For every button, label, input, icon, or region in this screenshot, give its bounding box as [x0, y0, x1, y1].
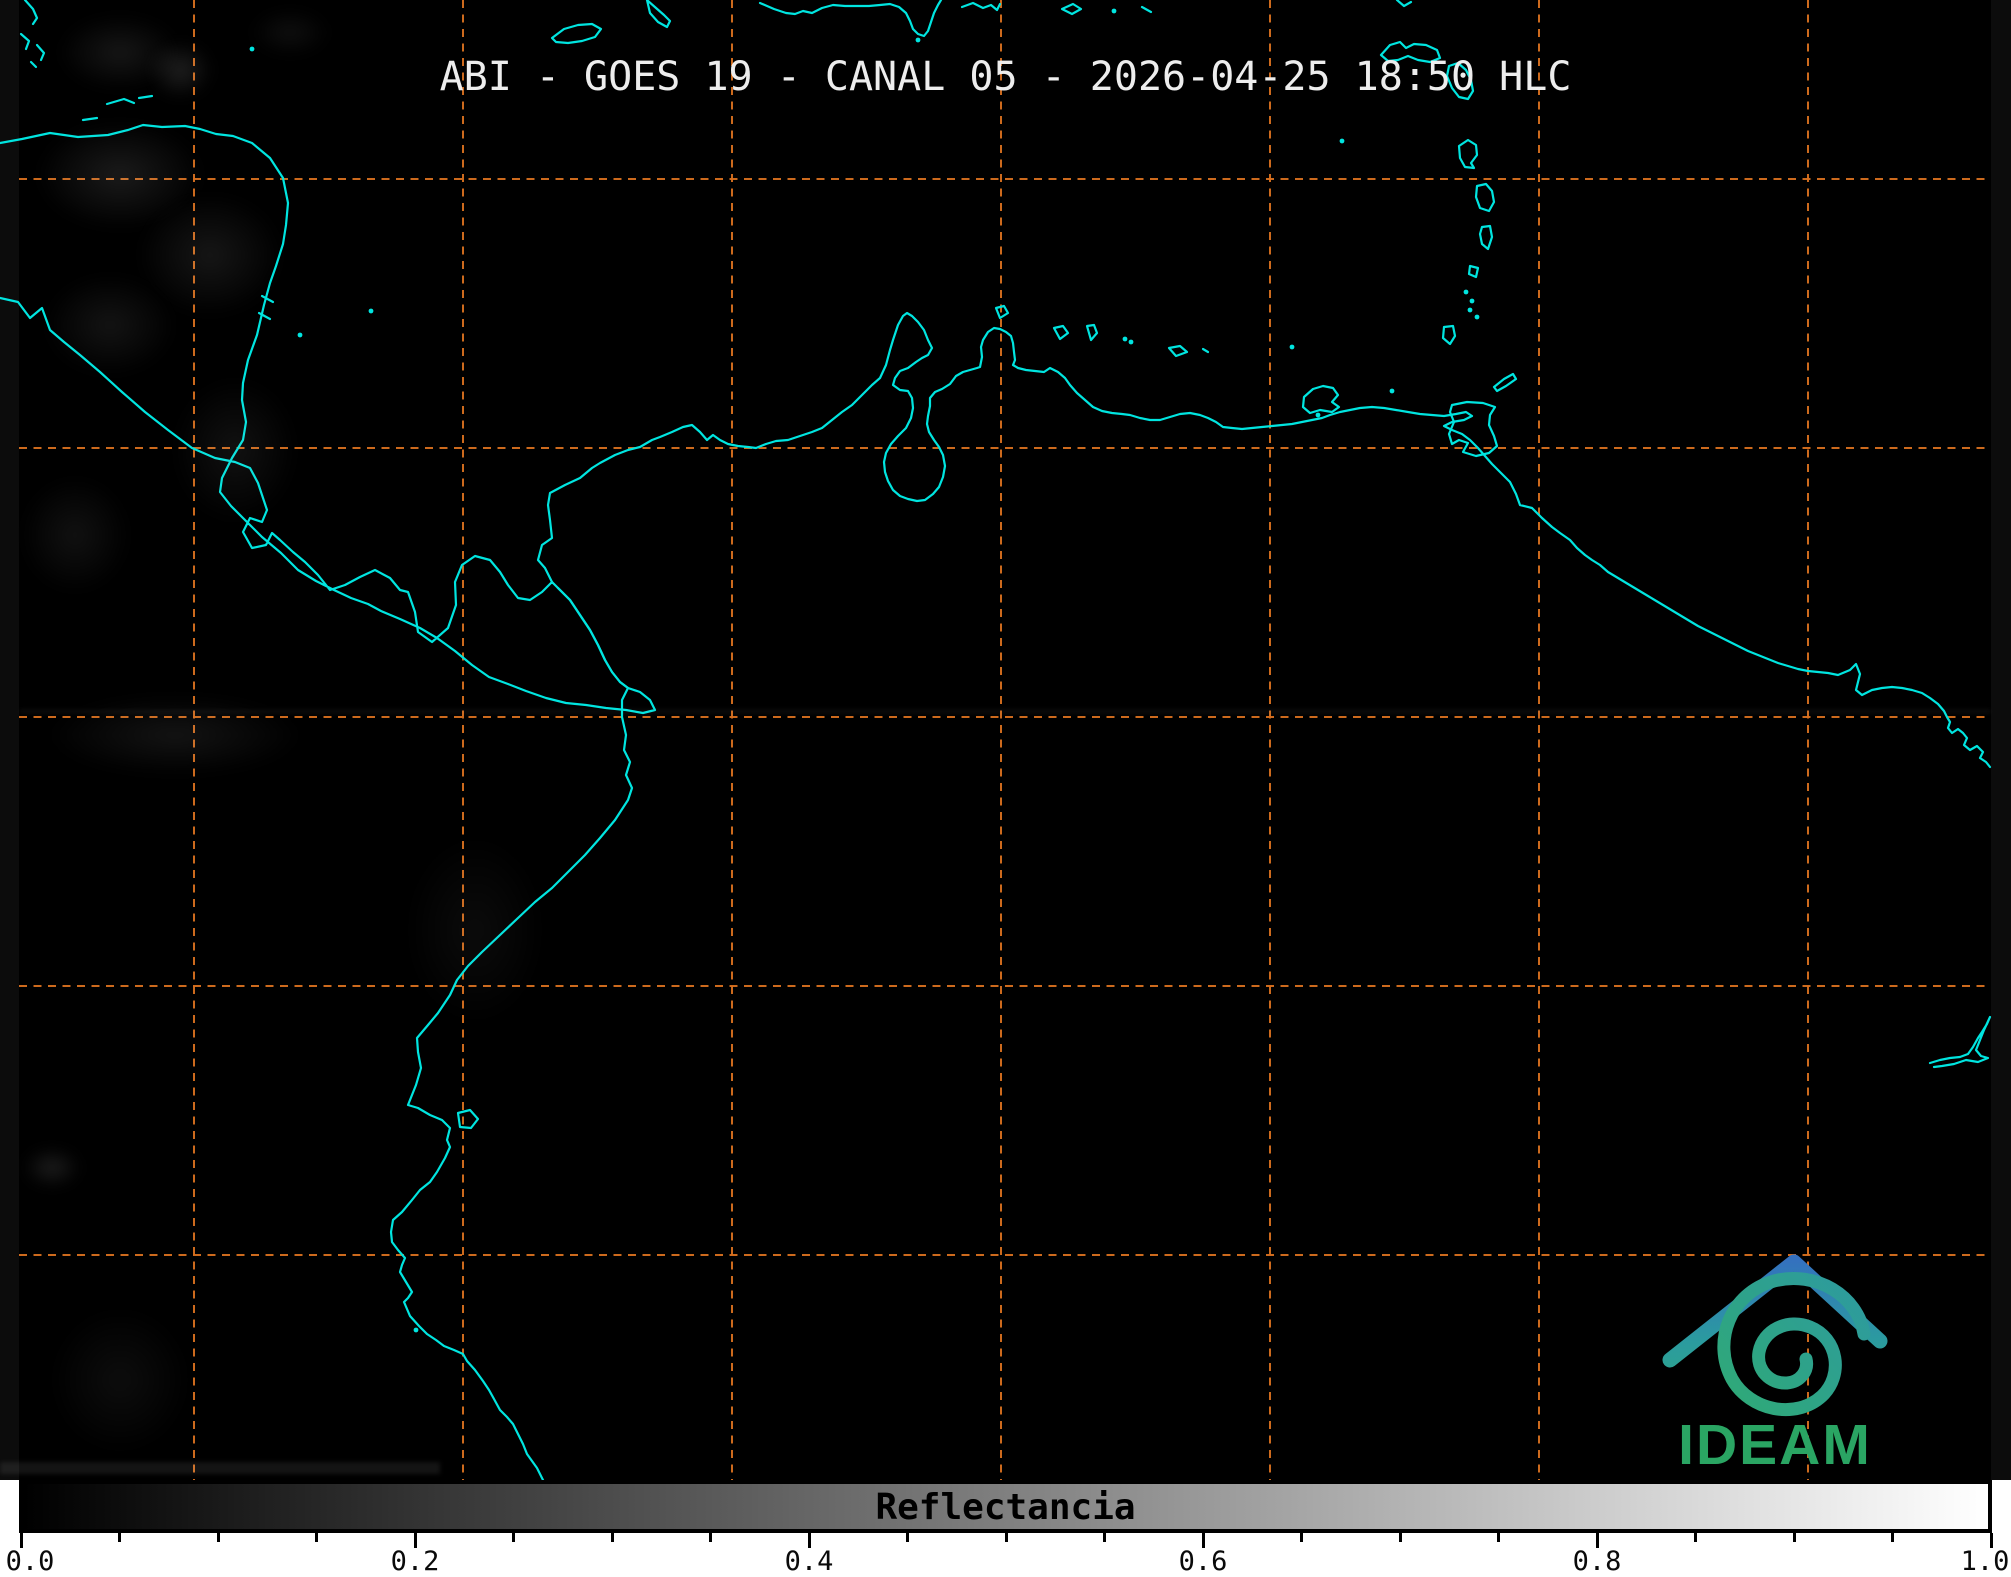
colorbar-tick-label: 0.2	[391, 1546, 440, 1577]
colorbar-tick-label: 0.6	[1179, 1546, 1228, 1577]
colorbar-minor-tick	[1399, 1533, 1402, 1542]
colorbar-minor-tick	[906, 1533, 909, 1542]
colorbar-tick-label: 0.4	[785, 1546, 834, 1577]
colorbar-minor-tick	[118, 1533, 121, 1542]
goes-satellite-image: ABI - GOES 19 - CANAL 05 - 2026-04-25 18…	[0, 0, 2011, 1577]
colorbar-tick-label: 1.0	[1961, 1546, 2010, 1577]
colorbar-minor-tick	[611, 1533, 614, 1542]
colorbar-tick-label: 0.0	[6, 1546, 55, 1577]
logo-spiral-icon	[1724, 1278, 1864, 1409]
colorbar-label: Reflectancia	[0, 1487, 2011, 1528]
satellite-map: ABI - GOES 19 - CANAL 05 - 2026-04-25 18…	[0, 0, 2011, 1480]
small-islands	[250, 9, 1480, 1333]
colorbar-minor-tick	[1103, 1533, 1106, 1542]
image-title: ABI - GOES 19 - CANAL 05 - 2026-04-25 18…	[0, 54, 2011, 100]
logo-text: IDEAM	[1640, 1412, 1910, 1478]
colorbar-minor-tick	[1793, 1533, 1796, 1542]
colorbar-tick-label: 0.8	[1573, 1546, 1622, 1577]
colorbar-minor-tick	[315, 1533, 318, 1542]
colorbar-minor-tick	[1300, 1533, 1303, 1542]
colorbar-minor-tick	[512, 1533, 515, 1542]
colorbar-minor-tick	[1891, 1533, 1894, 1542]
colorbar-minor-tick	[1497, 1533, 1500, 1542]
colorbar-minor-tick	[709, 1533, 712, 1542]
colorbar-minor-tick	[1694, 1533, 1697, 1542]
colorbar-minor-tick	[217, 1533, 220, 1542]
colorbar-minor-tick	[1005, 1533, 1008, 1542]
